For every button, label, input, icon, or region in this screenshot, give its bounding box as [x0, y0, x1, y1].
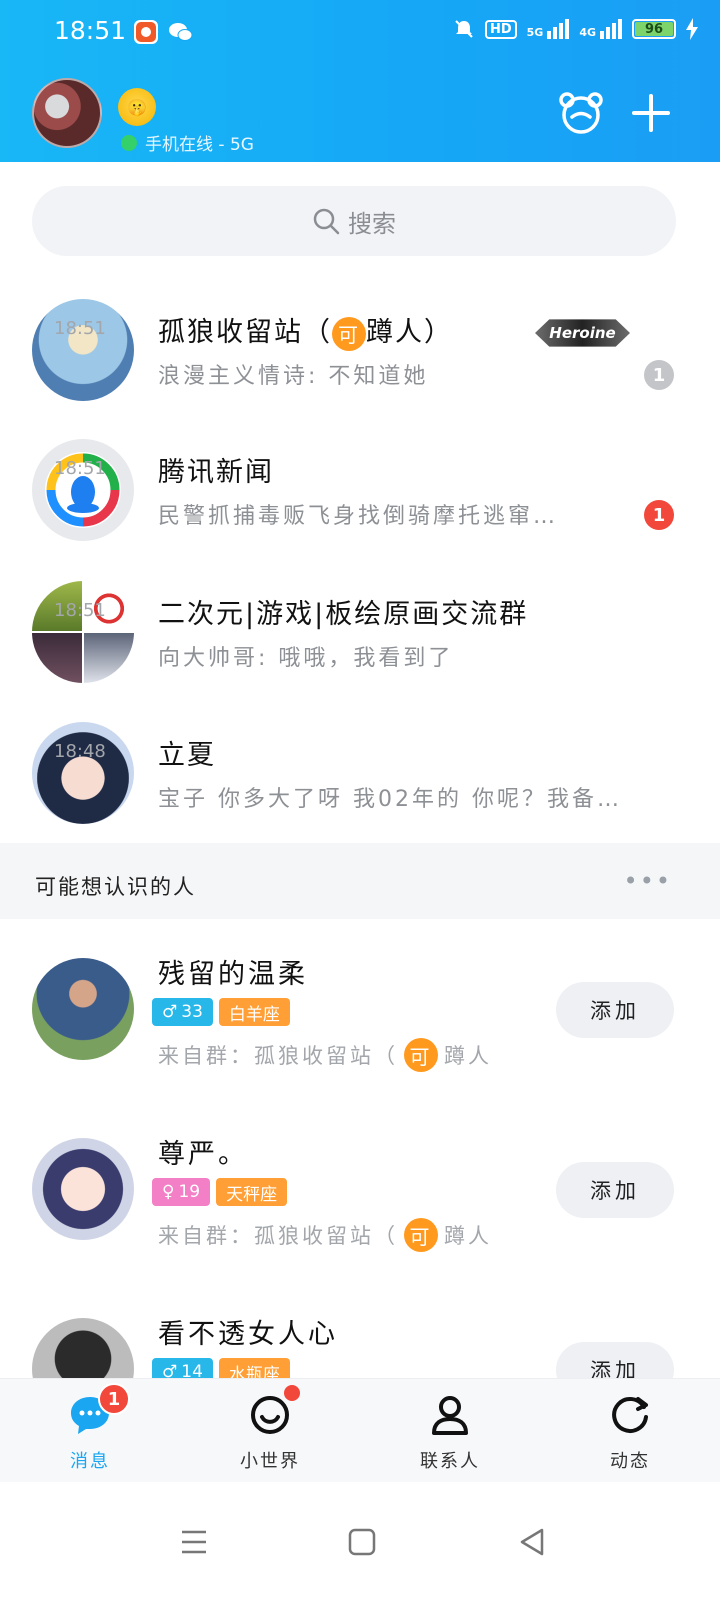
zodiac-tag: 白羊座 — [218, 998, 290, 1026]
chat-last-message: 民警抓捕毒贩飞身找倒骑摩托逃窜… — [158, 504, 559, 529]
suggestions-title: 可能想认识的人 — [35, 875, 196, 899]
more-icon[interactable]: ••• — [624, 867, 672, 895]
chat-last-message: 浪漫主义情诗: 不知道她 — [158, 364, 429, 389]
gender-age-tag: ♀ 19 — [152, 1178, 211, 1206]
tab-unread-badge: 1 — [98, 1383, 130, 1415]
suggested-person[interactable]: 残留的温柔 ♂ 33 白羊座 来自群：孤狼收留站（可蹲人 添加 — [0, 920, 720, 1100]
status-bar: 18:51 HD 5G 4G 96 — [0, 14, 720, 50]
mute-icon — [455, 20, 473, 38]
online-status-text: 手机在线 - 5G — [145, 135, 254, 155]
system-nav-bar — [0, 1482, 720, 1600]
female-icon: ♀ — [162, 1182, 175, 1202]
home-nav-icon[interactable] — [342, 1522, 382, 1562]
person-name: 残留的温柔 — [158, 959, 308, 990]
wechat-icon — [168, 20, 193, 44]
notification-app-icon — [134, 20, 158, 44]
tab-label: 消息 — [70, 1451, 110, 1472]
tab-messages[interactable]: 1 消息 — [0, 1379, 180, 1483]
tab-label: 联系人 — [420, 1451, 480, 1472]
mood-emoji-icon[interactable]: 🤫 — [118, 88, 156, 126]
status-time: 18:51 — [54, 16, 127, 45]
signal-4g: 4G — [579, 19, 622, 39]
search-placeholder: 搜索 — [348, 209, 396, 238]
tab-contacts[interactable]: 联系人 — [360, 1379, 540, 1483]
profile-avatar[interactable] — [32, 78, 102, 148]
ke-badge-icon: 可 — [404, 1038, 438, 1072]
unread-badge: 1 — [644, 360, 674, 390]
suggested-person[interactable]: 尊严。 ♀ 19 天秤座 来自群：孤狼收留站（可蹲人 添加 — [0, 1100, 720, 1280]
tab-feed[interactable]: 动态 — [540, 1379, 720, 1483]
feed-refresh-icon — [612, 1396, 648, 1433]
small-world-icon — [251, 1396, 289, 1434]
chat-item[interactable]: 孤狼收留站（可蹲人） 浪漫主义情诗: 不知道她 18:51 1 — [0, 280, 720, 420]
unread-badge: 1 — [644, 500, 674, 530]
menu-nav-icon[interactable] — [174, 1522, 214, 1562]
chat-item[interactable]: 立夏 宝子 你多大了呀 我02年的 你呢？我备… 18:48 — [0, 703, 720, 843]
group-title-tag: Heroine — [535, 319, 630, 347]
person-avatar — [32, 1138, 134, 1240]
search-input[interactable]: 搜索 — [32, 186, 676, 256]
chat-last-message: 向大帅哥: 哦哦，我看到了 — [158, 646, 454, 671]
add-button[interactable] — [626, 88, 676, 138]
tab-small-world[interactable]: 小世界 — [180, 1379, 360, 1483]
add-friend-button[interactable]: 添加 — [556, 982, 674, 1038]
person-tags: ♂ 33 白羊座 — [152, 998, 290, 1026]
hd-icon: HD — [484, 19, 517, 39]
tab-notification-dot — [284, 1385, 300, 1401]
search-icon — [313, 208, 340, 235]
pet-icon — [559, 92, 603, 134]
online-dot-icon — [121, 134, 137, 151]
gender-age-tag: ♂ 33 — [152, 998, 213, 1026]
person-tags: ♀ 19 天秤座 — [152, 1178, 288, 1206]
pet-button[interactable] — [556, 88, 606, 138]
person-source: 来自群：孤狼收留站（可蹲人 — [158, 1218, 492, 1252]
battery-icon: 96 — [632, 19, 676, 39]
online-status[interactable]: 手机在线 - 5G — [121, 130, 254, 155]
ke-badge-icon: 可 — [404, 1218, 438, 1252]
bottom-tab-bar: 1 消息 小世界 联系人 动态 — [0, 1378, 720, 1482]
zodiac-tag: 天秤座 — [216, 1178, 288, 1206]
signal-5g: 5G — [527, 19, 570, 39]
chat-item[interactable]: 腾讯新闻 民警抓捕毒贩飞身找倒骑摩托逃窜… 18:51 1 — [0, 420, 720, 560]
person-name: 尊严。 — [158, 1139, 248, 1170]
add-friend-button[interactable]: 添加 — [556, 1162, 674, 1218]
suggestions-header: 可能想认识的人 ••• — [0, 843, 720, 919]
chat-avatar — [32, 299, 134, 401]
tab-label: 小世界 — [240, 1451, 300, 1472]
person-name: 看不透女人心 — [158, 1319, 338, 1350]
tab-label: 动态 — [610, 1451, 650, 1472]
contacts-icon — [432, 1396, 468, 1435]
chat-time: 18:51 — [54, 600, 106, 621]
chat-item[interactable]: 二次元|游戏|板绘原画交流群 向大帅哥: 哦哦，我看到了 18:51 — [0, 562, 720, 702]
person-source: 来自群：孤狼收留站（可蹲人 — [158, 1038, 492, 1072]
plus-icon — [632, 94, 670, 132]
chat-last-message: 宝子 你多大了呀 我02年的 你呢？我备… — [158, 787, 622, 812]
back-nav-icon[interactable] — [512, 1522, 552, 1562]
chat-time: 18:48 — [54, 741, 106, 762]
chat-avatar — [32, 722, 134, 824]
chat-avatar — [32, 439, 134, 541]
group-avatar — [32, 581, 134, 683]
charging-icon — [686, 18, 698, 40]
male-icon: ♂ — [162, 1002, 178, 1022]
chat-time: 18:51 — [54, 458, 106, 479]
person-avatar — [32, 958, 134, 1060]
status-icons: HD 5G 4G 96 — [453, 18, 698, 40]
header: 18:51 HD 5G 4G 96 🤫 手机在线 - 5G — [0, 0, 720, 162]
